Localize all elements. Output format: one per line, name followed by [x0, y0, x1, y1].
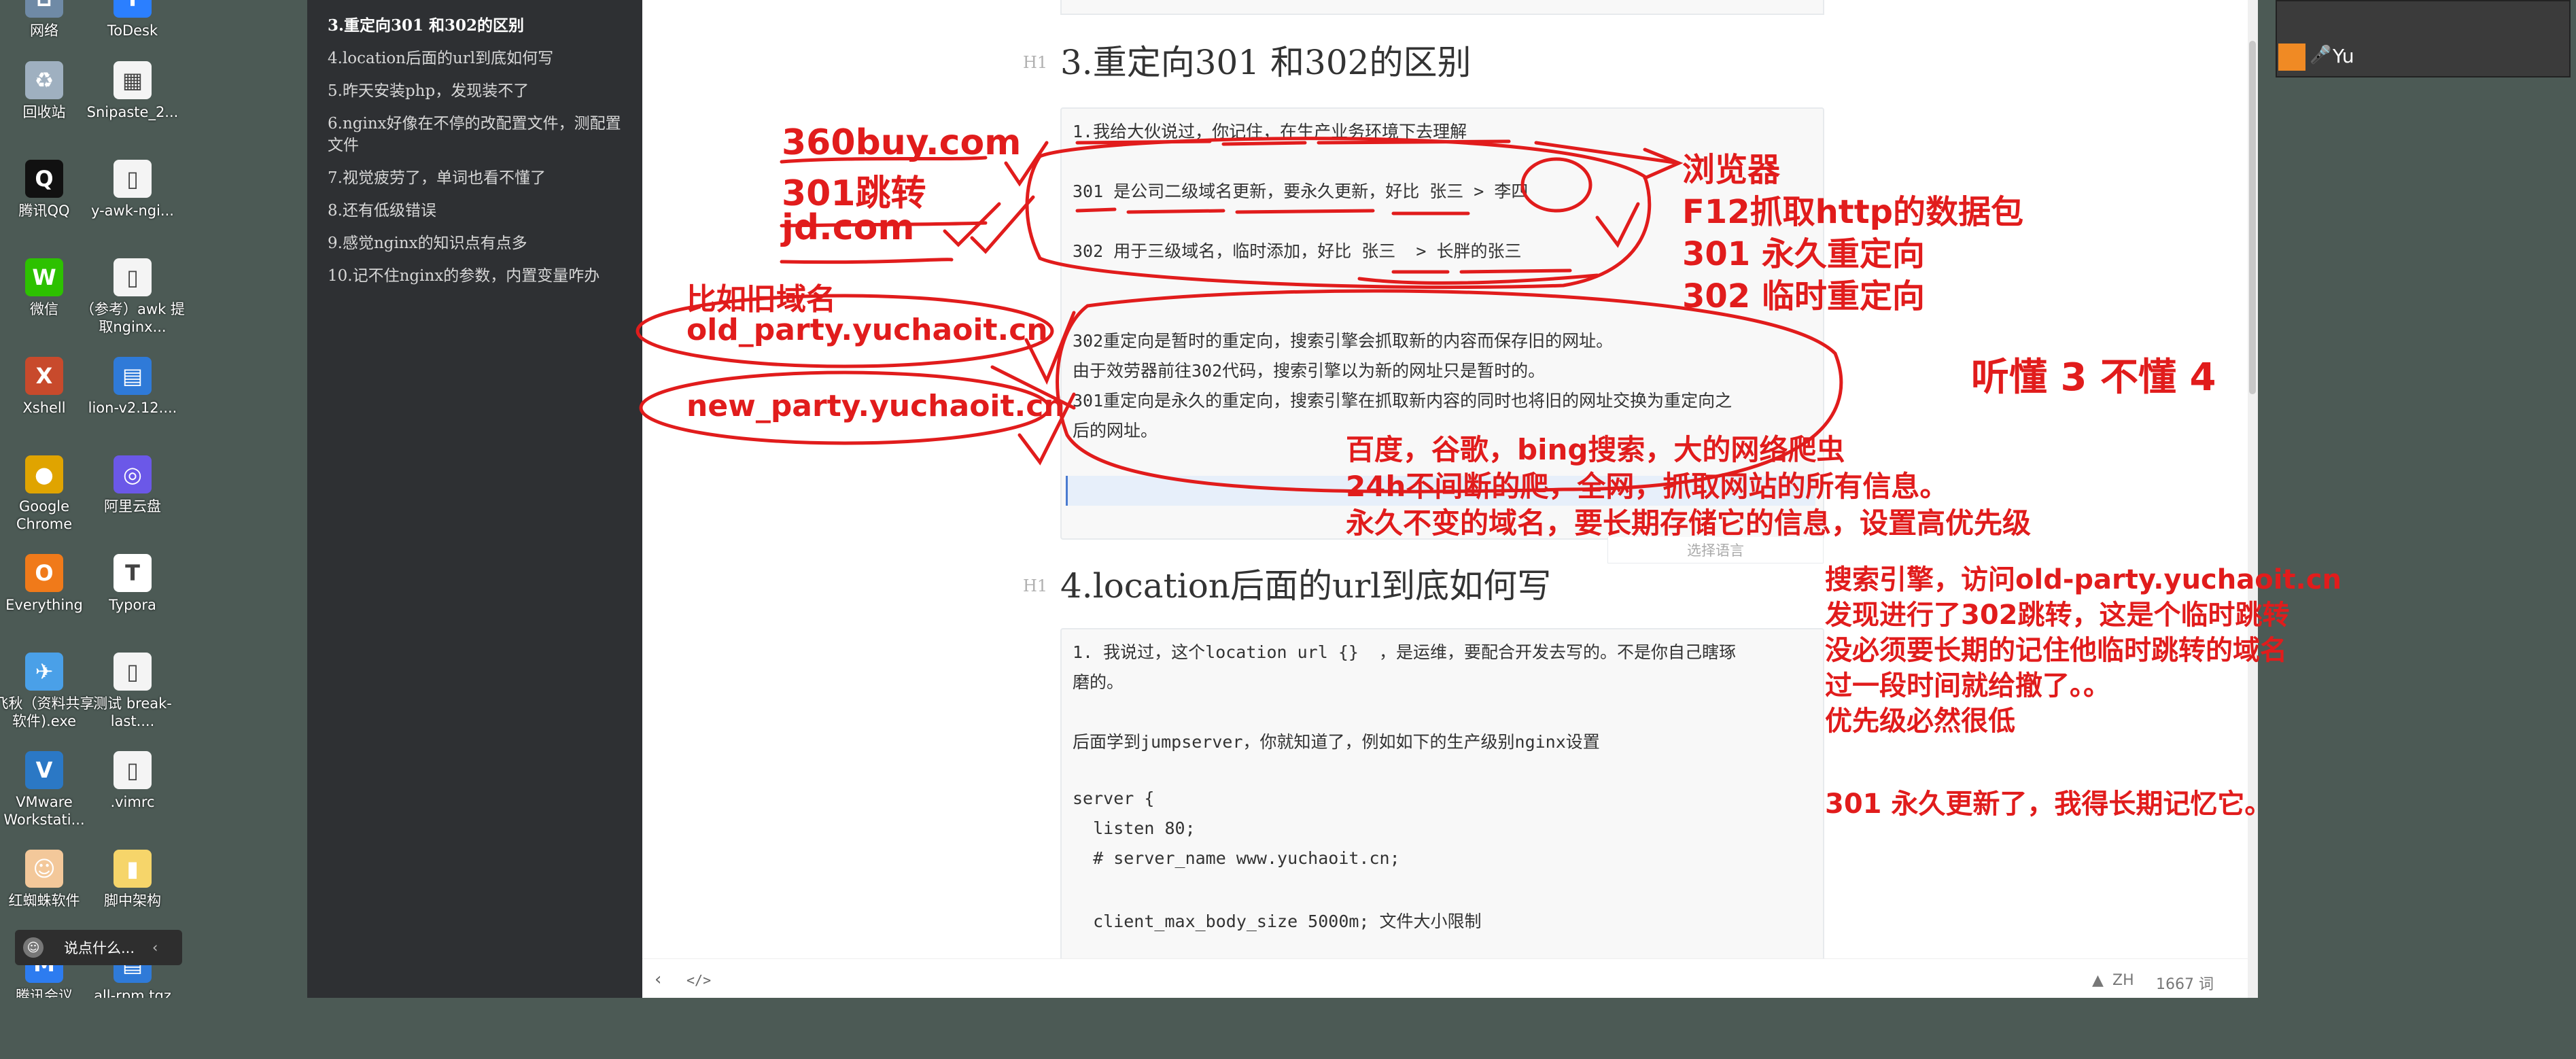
anno-browser: 浏览器 — [1682, 151, 1781, 189]
anno-right-4: 过一段时间就给撤了。。 — [1825, 670, 2110, 701]
anno-engines-3: 永久不变的域名，要长期存储它的信息，设置高优先级 — [1346, 506, 2032, 540]
anno-right-7: 301 永久更新了，我得长期记忆它。 — [1825, 788, 2272, 820]
anno-301-permanent: 301 永久重定向 — [1682, 235, 1925, 273]
anno-right-1: 搜索引擎，访问old-party.yuchaoit.cn — [1825, 564, 2342, 595]
anno-new-domain: new_party.yuchaoit.cn — [686, 389, 1065, 423]
anno-right-2: 发现进行了302跳转，这是个临时跳转 — [1825, 600, 2290, 631]
annotation-ink — [636, 137, 1843, 493]
anno-jd: jd.com — [782, 207, 915, 248]
anno-360buy: 360buy.com — [782, 122, 1022, 163]
anno-count: 听懂 3 不懂 4 — [1971, 355, 2216, 400]
anno-302-temporary: 302 临时重定向 — [1682, 277, 1925, 315]
anno-engines-2: 24h不间断的爬，全网，抓取网站的所有信息。 — [1346, 470, 1949, 503]
anno-old-domain-label: 比如旧域名 — [686, 282, 836, 317]
anno-right-3: 没必须要长期的记住他临时跳转的域名 — [1825, 635, 2287, 666]
anno-engines-1: 百度，谷歌，bing搜索，大的网络爬虫 — [1346, 433, 1845, 466]
anno-old-domain: old_party.yuchaoit.cn — [686, 313, 1048, 347]
anno-f12: F12抓取http的数据包 — [1682, 193, 2024, 231]
anno-right-5: 优先级必然很低 — [1825, 706, 2015, 737]
